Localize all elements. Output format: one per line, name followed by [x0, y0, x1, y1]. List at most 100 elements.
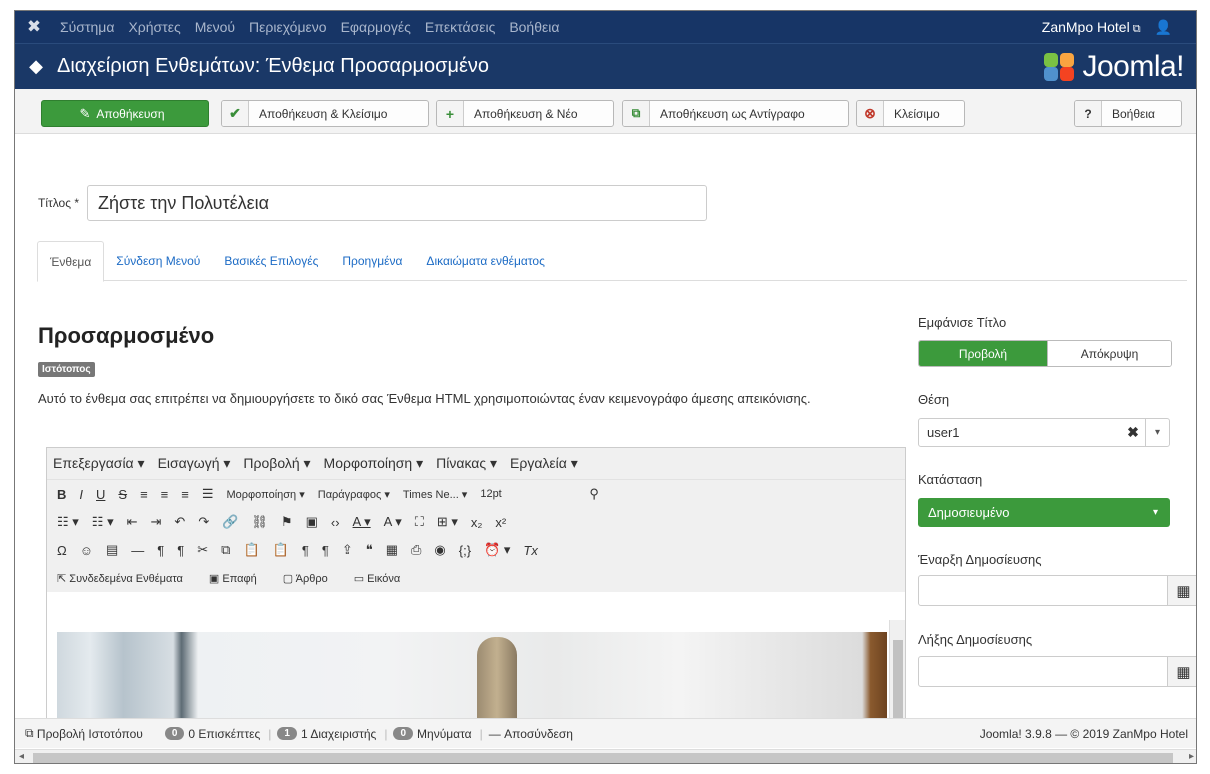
media-icon[interactable]: ▤ [106, 542, 118, 558]
paragraph-select[interactable]: Παράγραφος ▾ [318, 488, 390, 501]
subscript-icon[interactable]: x₂ [471, 515, 483, 530]
clear-format-icon[interactable]: Tx [523, 543, 537, 558]
font-size-select[interactable]: 12pt [480, 488, 576, 500]
close-button[interactable]: ⊗ Κλείσιμο [856, 100, 965, 127]
menu-content[interactable]: Περιεχόμενο [242, 19, 334, 35]
table-icon[interactable]: ⊞ ▾ [437, 514, 458, 530]
horizontal-rule-icon[interactable]: — [131, 543, 144, 558]
preview-site-link[interactable]: ⧉ Προβολή Ιστοτόπου [25, 726, 143, 741]
find-replace-icon[interactable]: ⚲ [589, 486, 599, 502]
bullet-list-icon[interactable]: ☷ ▾ [57, 514, 79, 530]
cut-icon[interactable]: ✂ [197, 542, 208, 558]
superscript-icon[interactable]: x² [495, 515, 506, 530]
scrollbar-thumb[interactable] [33, 753, 1173, 763]
outdent-icon[interactable]: ⇤ [127, 514, 138, 530]
visual-blocks-icon[interactable]: ¶ [302, 543, 309, 558]
blockquote-icon[interactable]: ❝ [366, 542, 373, 558]
clear-icon[interactable]: ✖ [1121, 424, 1145, 441]
publish-down-input[interactable] [918, 656, 1168, 687]
bold-icon[interactable]: B [57, 487, 66, 502]
underline-icon[interactable]: U [96, 487, 105, 502]
code-icon[interactable]: ‹› [331, 515, 340, 530]
strikethrough-icon[interactable]: S [118, 487, 127, 502]
visitors-indicator[interactable]: 00 Επισκέπτες [164, 727, 260, 741]
undo-icon[interactable]: ↶ [174, 514, 185, 530]
menu-system[interactable]: Σύστημα [53, 19, 121, 35]
italic-icon[interactable]: I [79, 487, 83, 502]
ltr-icon[interactable]: ¶ [157, 543, 164, 558]
align-center-icon[interactable]: ≡ [161, 487, 169, 502]
template-icon[interactable]: ▦ [386, 542, 398, 558]
editor-menu-insert[interactable]: Εισαγωγή ▾ [158, 455, 231, 472]
messages-indicator[interactable]: 0 Μηνύματα [393, 727, 472, 741]
save-button[interactable]: ✎ Αποθήκευση [41, 100, 209, 127]
user-menu-icon[interactable]: 👤 [1155, 19, 1172, 36]
menu-users[interactable]: Χρήστες [121, 19, 187, 35]
tab-module[interactable]: Ένθεμα [37, 241, 105, 282]
emoticons-icon[interactable]: ☺ [80, 543, 93, 558]
indent-icon[interactable]: ⇥ [151, 514, 162, 530]
help-button[interactable]: ? Βοήθεια [1074, 100, 1182, 127]
special-char-icon[interactable]: Ω [57, 543, 67, 558]
paste-text-icon[interactable]: 📋 [273, 542, 289, 558]
copy-icon[interactable]: ⧉ [221, 542, 230, 558]
horizontal-scrollbar[interactable]: ◂ ▸ [15, 749, 1196, 763]
upload-icon[interactable]: ⇪ [342, 542, 353, 558]
calendar-icon[interactable]: ▦ [1168, 575, 1196, 606]
menu-components[interactable]: Εφαρμογές [334, 19, 418, 35]
redo-icon[interactable]: ↷ [198, 514, 209, 530]
tab-basic-options[interactable]: Βασικές Επιλογές [212, 241, 330, 280]
show-option[interactable]: Προβολή [919, 341, 1047, 366]
background-color-icon[interactable]: A ▾ [384, 514, 402, 530]
format-select[interactable]: Μορφοποίηση ▾ [227, 488, 305, 501]
site-link[interactable]: ZanMpo Hotel ⧉ [1042, 19, 1141, 36]
position-select[interactable]: user1 ✖ ▾ [918, 418, 1170, 447]
editor-menu-view[interactable]: Προβολή ▾ [243, 455, 310, 472]
preview-icon[interactable]: ◉ [434, 542, 445, 558]
save-new-button[interactable]: + Αποθήκευση & Νέο [436, 100, 614, 127]
align-right-icon[interactable]: ≡ [181, 487, 189, 502]
joomla-menu-icon[interactable]: ✖ [15, 17, 53, 37]
editor-menu-table[interactable]: Πίνακας ▾ [436, 455, 497, 472]
scroll-left-icon[interactable]: ◂ [19, 751, 24, 762]
status-select[interactable]: Δημοσιευμένο ▾ [918, 498, 1170, 527]
image-button[interactable]: ▭ Εικόνα [354, 572, 414, 585]
contact-button[interactable]: ▣ Επαφή [209, 572, 270, 585]
unlink-icon[interactable]: ⛓ [251, 514, 268, 530]
editor-menu-tools[interactable]: Εργαλεία ▾ [510, 455, 578, 472]
anchor-icon[interactable]: ⚑ [281, 514, 293, 530]
tab-permissions[interactable]: Δικαιώματα ενθέματος [414, 241, 556, 280]
paste-icon[interactable]: 📋 [243, 542, 259, 558]
article-button[interactable]: ▢ Άρθρο [283, 572, 341, 585]
tab-advanced[interactable]: Προηγμένα [330, 241, 414, 280]
save-copy-button[interactable]: ⧉ Αποθήκευση ως Αντίγραφο [622, 100, 849, 127]
tab-menu-assignment[interactable]: Σύνδεση Μενού [104, 241, 212, 280]
rtl-icon[interactable]: ¶ [177, 543, 184, 558]
text-color-icon[interactable]: A ▾ [353, 514, 371, 530]
editor-menu-edit[interactable]: Επεξεργασία ▾ [53, 455, 145, 472]
menu-menus[interactable]: Μενού [188, 19, 242, 35]
print-icon[interactable]: ⎙ [411, 542, 421, 558]
numbered-list-icon[interactable]: ☷ ▾ [92, 514, 114, 530]
admins-indicator[interactable]: 11 Διαχειριστής [277, 727, 376, 741]
align-justify-icon[interactable]: ☰ [202, 486, 214, 502]
save-close-button[interactable]: ✔ Αποθήκευση & Κλείσιμο [221, 100, 429, 127]
scroll-right-icon[interactable]: ▸ [1189, 751, 1194, 762]
visual-chars-icon[interactable]: ¶ [322, 543, 329, 558]
fullscreen-icon[interactable]: ⛶ [415, 514, 424, 530]
logout-link[interactable]: — Αποσύνδεση [489, 727, 573, 741]
link-icon[interactable]: 🔗 [222, 514, 238, 530]
font-family-select[interactable]: Times Ne... ▾ [403, 488, 467, 501]
menu-extensions[interactable]: Επεκτάσεις [418, 19, 502, 35]
image-icon[interactable]: ▣ [306, 514, 318, 530]
datetime-icon[interactable]: ⏰ ▾ [484, 542, 510, 558]
modules-button[interactable]: ⇱ Συνδεδεμένα Ενθέματα [57, 572, 196, 585]
publish-up-input[interactable] [918, 575, 1168, 606]
title-input[interactable] [87, 185, 708, 221]
hide-option[interactable]: Απόκρυψη [1047, 341, 1171, 366]
code-sample-icon[interactable]: {;} [459, 543, 471, 558]
menu-help[interactable]: Βοήθεια [502, 19, 566, 35]
editor-menu-format[interactable]: Μορφοποίηση ▾ [324, 455, 424, 472]
calendar-icon[interactable]: ▦ [1168, 656, 1196, 687]
chevron-down-icon[interactable]: ▾ [1145, 419, 1169, 446]
